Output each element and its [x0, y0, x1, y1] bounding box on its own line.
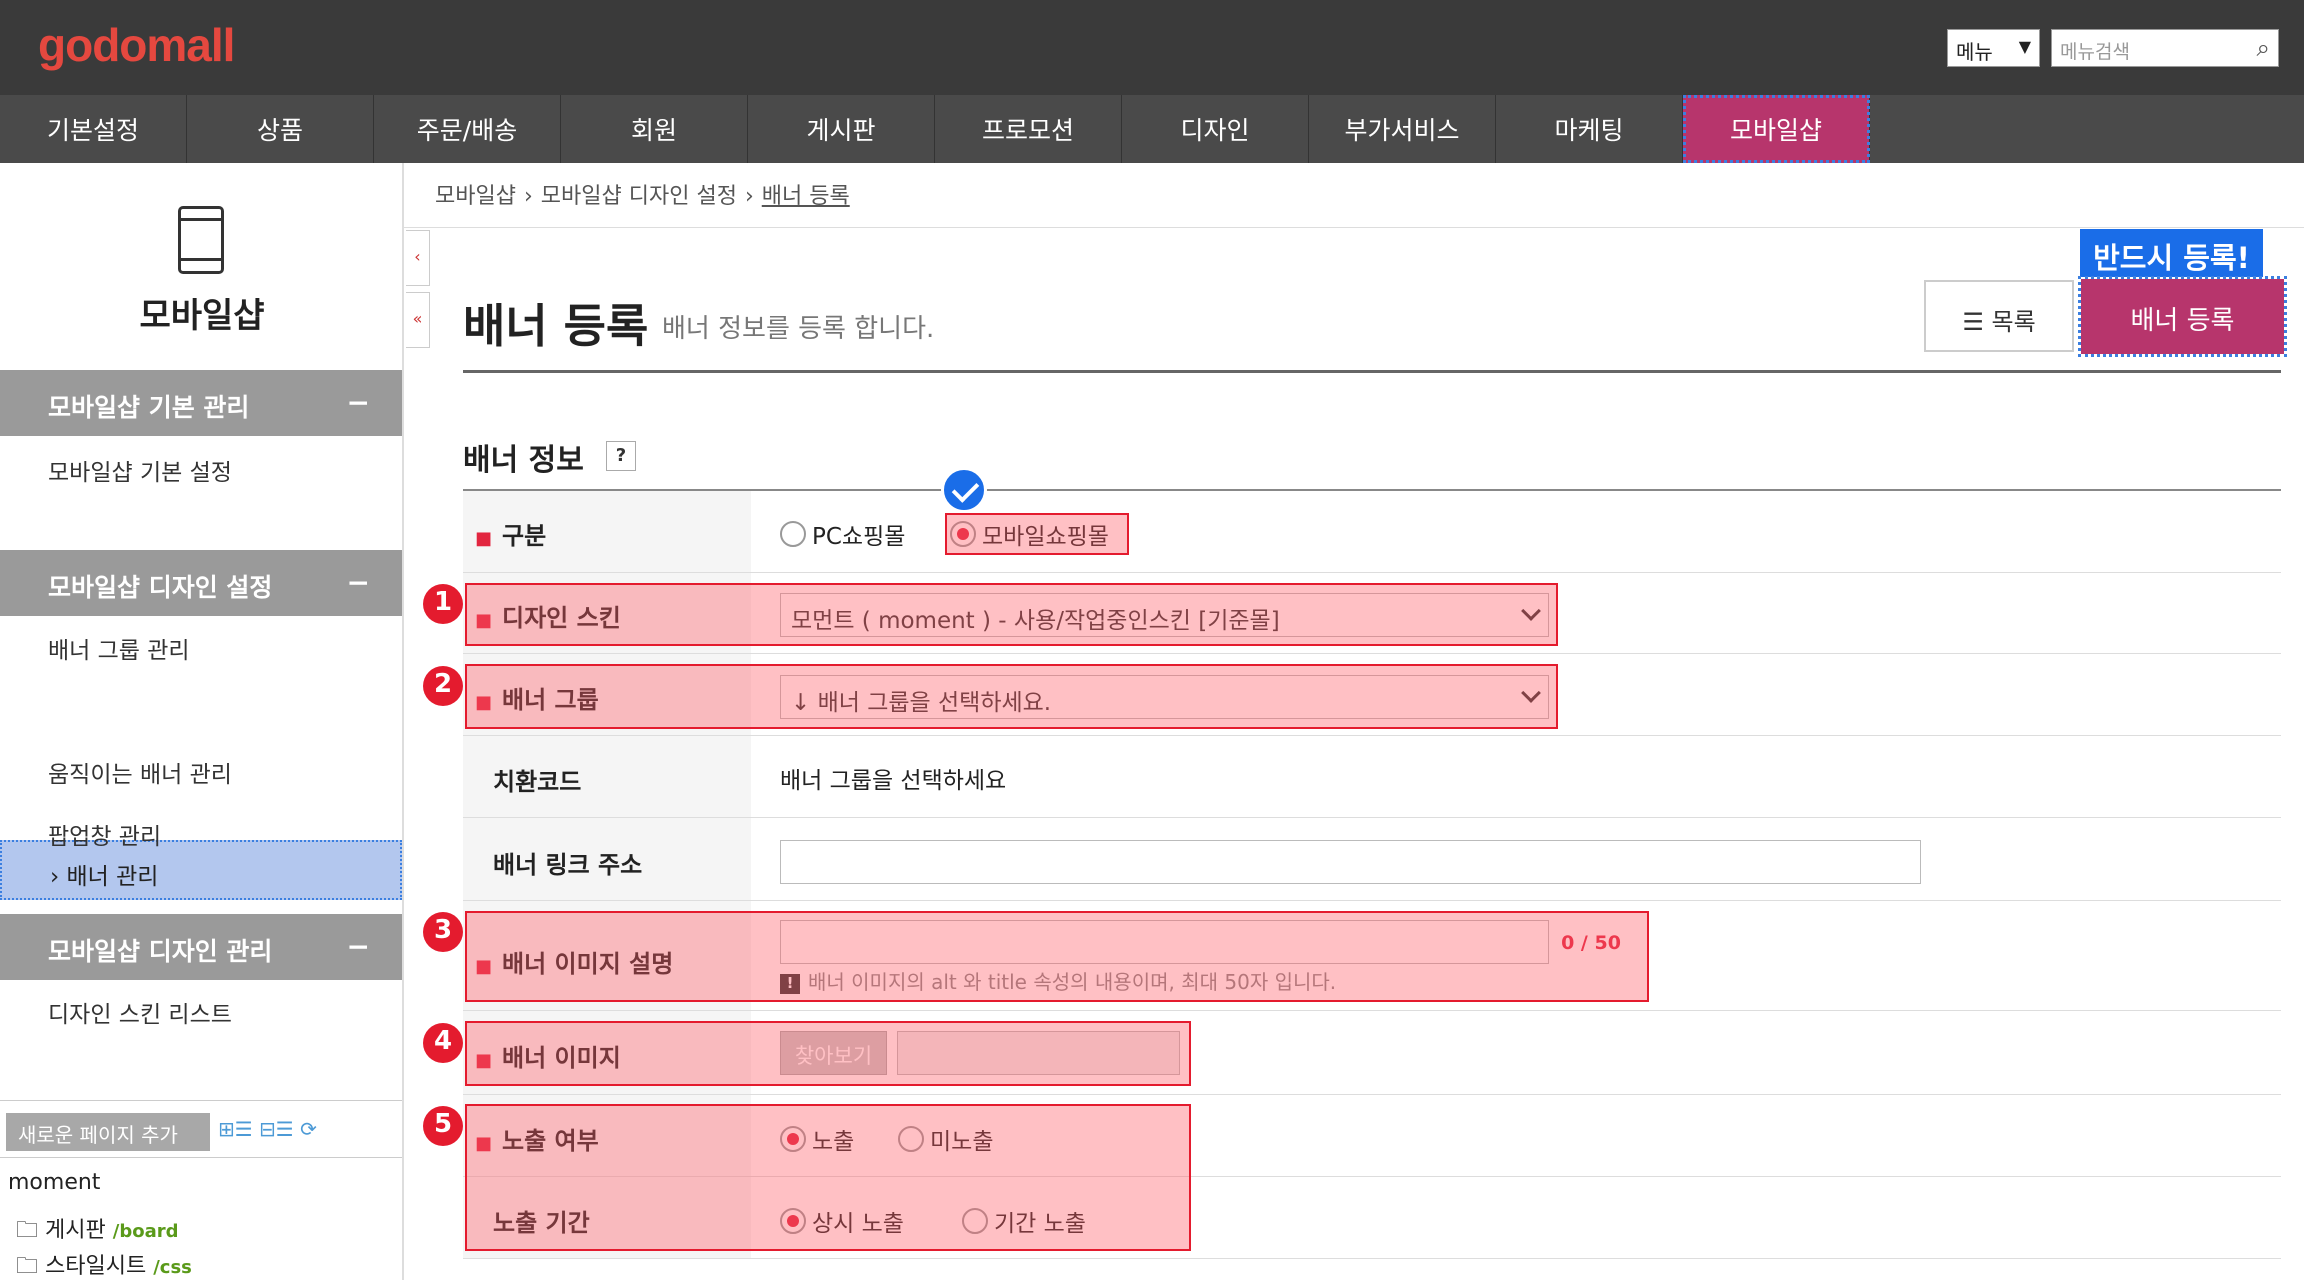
nav-board[interactable]: 게시판 — [748, 95, 935, 163]
tree-toolbar: 새로운 페이지 추가 ⊞☰ ⊟☰ ⟳ — [0, 1100, 402, 1158]
sidebar-item-popup[interactable]: 팝업창 관리 — [48, 817, 161, 851]
breadcrumb-separator: › — [744, 184, 754, 209]
must-register-callout: 반드시 등록! — [2080, 229, 2263, 277]
sidebar-section-basic[interactable]: 모바일샵 기본 관리 − — [0, 370, 402, 436]
breadcrumb-separator: › — [523, 184, 533, 209]
help-icon[interactable]: ? — [606, 441, 636, 471]
tree-folder-label: 스타일시트 — [45, 1254, 147, 1279]
menu-search-placeholder: 메뉴검색 — [2060, 41, 2130, 63]
field-label-link-url: 배너 링크 주소 — [493, 851, 643, 879]
menu-search-input[interactable]: 메뉴검색 ⌕ — [2051, 29, 2279, 67]
page-title: 배너 등록 — [463, 299, 649, 353]
label-text: 구분 — [502, 522, 547, 550]
highlight-banner-group — [465, 664, 1558, 729]
breadcrumb: 모바일샵 › 모바일샵 디자인 설정 › 배너 등록 — [435, 178, 850, 210]
banner-link-input[interactable] — [780, 840, 1921, 884]
row-divider — [463, 653, 2281, 654]
section-title: 배너 정보 — [463, 443, 584, 478]
chevron-down-icon: ▼ — [2018, 37, 2031, 56]
tree-action-icons[interactable]: ⊞☰ ⊟☰ ⟳ — [218, 1117, 317, 1141]
radio-label: PC쇼핑몰 — [812, 524, 906, 550]
step-number-badge: 5 — [423, 1106, 463, 1146]
tree-folder-board[interactable]: 🗀 게시판 /board — [16, 1212, 178, 1251]
register-banner-button[interactable]: 배너 등록 — [2078, 276, 2287, 357]
collapse-icon[interactable]: − — [347, 930, 370, 963]
row-divider — [463, 1258, 2281, 1259]
radio-pc-shop[interactable]: PC쇼핑몰 — [780, 517, 905, 551]
highlight-image-description — [465, 911, 1649, 1002]
tree-folder-label: 게시판 — [45, 1218, 106, 1243]
step-number-badge: 2 — [423, 666, 463, 706]
row-divider — [463, 735, 2281, 736]
nav-promotion[interactable]: 프로모션 — [935, 95, 1122, 163]
row-divider — [463, 900, 2281, 901]
sidebar-item-banner-group[interactable]: 배너 그룹 관리 — [48, 631, 190, 665]
step-number-badge: 1 — [423, 584, 463, 624]
highlight-display-settings — [465, 1104, 1191, 1251]
list-button-label: 목록 — [1991, 308, 2036, 336]
sidebar-section-design-manage[interactable]: 모바일샵 디자인 관리 − — [0, 914, 402, 980]
nav-members[interactable]: 회원 — [561, 95, 748, 163]
folder-icon: 🗀 — [16, 1254, 39, 1279]
collapse-icon[interactable]: − — [347, 566, 370, 599]
folder-icon: 🗀 — [16, 1218, 39, 1243]
list-icon: ☰ — [1962, 308, 1984, 336]
sidebar-section-label: 모바일샵 기본 관리 — [48, 393, 250, 422]
collapse-icon[interactable]: − — [347, 386, 370, 419]
sidebar-item-label: 배너 관리 — [66, 864, 159, 890]
breadcrumb-current[interactable]: 배너 등록 — [762, 184, 850, 209]
row-divider — [463, 1010, 2281, 1011]
step-number-badge: 3 — [423, 912, 463, 952]
nav-products[interactable]: 상품 — [187, 95, 374, 163]
scroll-top-toggle[interactable]: « — [406, 292, 430, 348]
radio-control[interactable] — [780, 521, 806, 547]
breadcrumb-item[interactable]: 모바일샵 디자인 설정 — [541, 184, 737, 209]
step-number-badge: 4 — [423, 1023, 463, 1063]
divider — [463, 370, 2281, 373]
replace-code-value: 배너 그룹을 선택하세요 — [780, 768, 1007, 794]
tree-folder-path: /board — [112, 1221, 179, 1242]
search-icon[interactable]: ⌕ — [2257, 34, 2270, 62]
highlight-design-skin — [465, 583, 1558, 646]
sidebar-item-moving-banner[interactable]: 움직이는 배너 관리 — [48, 755, 232, 789]
list-button[interactable]: ☰ 목록 — [1924, 280, 2074, 352]
sidebar-section-label: 모바일샵 디자인 관리 — [48, 937, 273, 966]
highlight-banner-image — [465, 1021, 1191, 1086]
highlight-mobile-shop — [945, 513, 1129, 555]
logo[interactable]: godomall — [38, 18, 235, 72]
top-bar: godomall 메뉴 ▼ 메뉴검색 ⌕ — [0, 0, 2304, 95]
divider — [404, 227, 2304, 228]
sidebar-title: 모바일샵 — [139, 296, 265, 336]
chevron-right-icon: › — [50, 864, 60, 890]
sidebar-item-skin-list[interactable]: 디자인 스킨 리스트 — [48, 995, 232, 1029]
nav-mobile-shop[interactable]: 모바일샵 — [1683, 95, 1870, 163]
nav-addon-services[interactable]: 부가서비스 — [1309, 95, 1496, 163]
field-label-replace-code: 치환코드 — [493, 768, 582, 796]
row-divider — [463, 572, 2281, 573]
tree-folder-path: /css — [153, 1257, 192, 1278]
tree-folder-css[interactable]: 🗀 스타일시트 /css — [16, 1248, 192, 1287]
sidebar-collapse-toggle[interactable]: ‹ — [406, 230, 430, 286]
nav-basic-settings[interactable]: 기본설정 — [0, 95, 187, 163]
nav-design[interactable]: 디자인 — [1122, 95, 1309, 163]
sidebar-item-mobile-basic-settings[interactable]: 모바일샵 기본 설정 — [48, 453, 232, 487]
page-description: 배너 정보를 등록 합니다. — [662, 314, 935, 344]
tree-root[interactable]: moment — [8, 1170, 100, 1195]
mobile-phone-icon — [178, 206, 224, 274]
sidebar-section-design-settings[interactable]: 모바일샵 디자인 설정 − — [0, 550, 402, 616]
breadcrumb-item[interactable]: 모바일샵 — [435, 184, 516, 209]
nav-orders[interactable]: 주문/배송 — [374, 95, 561, 163]
checkmark-icon — [941, 467, 987, 513]
row-divider — [463, 1094, 2281, 1095]
menu-select[interactable]: 메뉴 ▼ — [1947, 29, 2040, 67]
nav-marketing[interactable]: 마케팅 — [1496, 95, 1683, 163]
main-nav: 기본설정 상품 주문/배송 회원 게시판 프로모션 디자인 부가서비스 마케팅 … — [0, 95, 2304, 163]
sidebar-section-label: 모바일샵 디자인 설정 — [48, 573, 273, 602]
row-divider — [463, 817, 2281, 818]
field-label-division: ■ 구분 — [475, 516, 546, 551]
menu-select-value: 메뉴 — [1956, 40, 1993, 64]
required-marker: ■ — [475, 528, 493, 549]
add-page-button[interactable]: 새로운 페이지 추가 — [6, 1113, 210, 1151]
